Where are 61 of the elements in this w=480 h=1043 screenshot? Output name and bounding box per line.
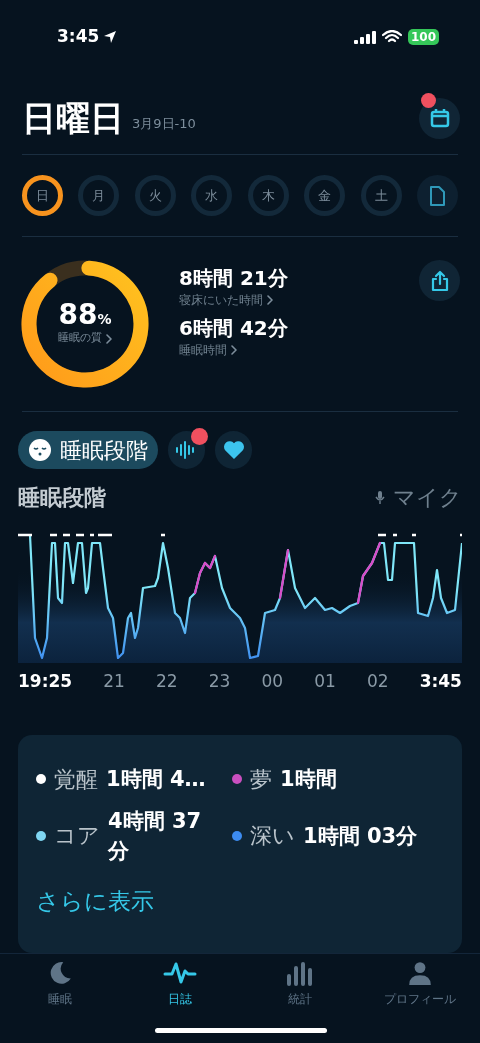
time-axis-label: 22: [155, 670, 178, 693]
nav-tab[interactable]: 日誌: [125, 960, 235, 1008]
duration-link[interactable]: 睡眠時間: [179, 341, 227, 359]
sleep-stages-tab[interactable]: 睡眠段階: [18, 431, 158, 469]
battery-indicator: 100: [407, 29, 439, 45]
time-axis-label: 19:25: [18, 670, 73, 693]
day-selector[interactable]: 木: [247, 175, 289, 216]
quality-percent: 88: [58, 301, 98, 330]
report-button[interactable]: [416, 175, 458, 216]
time-axis-label: 02: [366, 670, 389, 693]
duration-value: 8時間 21分: [179, 265, 288, 291]
day-selector[interactable]: 金: [304, 175, 346, 216]
stage-duration: 1時間 4…: [106, 766, 206, 793]
heart-icon: [222, 440, 245, 460]
share-icon: [430, 269, 449, 292]
nav-tab[interactable]: 睡眠: [5, 960, 115, 1008]
percent-sign: %: [97, 310, 112, 330]
duration-link[interactable]: 寝床にいた時間: [179, 291, 263, 309]
quality-link[interactable]: 睡眠の質: [58, 330, 102, 347]
stage-name: 深い: [250, 822, 295, 850]
nav-tab[interactable]: 統計: [245, 960, 355, 1008]
stage-name: コア: [54, 822, 100, 850]
microphone-icon: [375, 490, 385, 505]
document-icon: [429, 185, 446, 206]
day-selector[interactable]: 土: [360, 175, 402, 216]
heart-tab[interactable]: [215, 431, 252, 469]
stage-duration: 1時間: [280, 766, 337, 793]
day-selector[interactable]: 月: [78, 175, 120, 216]
person-icon: [407, 960, 433, 986]
chevron-right-icon: [231, 345, 237, 355]
sleeping-face-icon: [28, 438, 52, 462]
weekday-title: 日曜日: [22, 101, 124, 135]
share-button[interactable]: [419, 260, 460, 301]
chart-title: 睡眠段階: [18, 484, 106, 512]
wifi-icon: [381, 30, 402, 44]
pulse-wave-icon: [163, 960, 197, 986]
status-time: 3:45: [57, 25, 100, 49]
time-axis-label: 21: [103, 670, 125, 693]
day-selector[interactable]: 日: [22, 175, 63, 216]
date-range: 3月9日-10: [132, 114, 196, 133]
time-axis-label: 00: [261, 670, 284, 693]
duration-value: 6時間 42分: [179, 315, 288, 341]
stage-duration: 4時間 37分: [108, 807, 203, 865]
bar-chart-icon: [287, 960, 313, 986]
location-arrow-icon: [103, 30, 118, 44]
signal-icon: [353, 30, 376, 44]
day-selector[interactable]: 火: [134, 175, 176, 216]
time-axis-label: 01: [314, 670, 336, 693]
show-more-link[interactable]: さらに表示: [36, 883, 444, 918]
nav-tab[interactable]: プロフィール: [365, 960, 475, 1008]
chevron-right-icon: [106, 333, 112, 344]
stage-name: 夢: [250, 765, 272, 794]
stage-duration: 1時間 03分: [303, 822, 418, 850]
time-axis-label: 23: [208, 670, 231, 693]
day-selector[interactable]: 水: [191, 175, 233, 216]
stage-name: 覚醒: [54, 765, 98, 794]
chevron-right-icon: [267, 295, 273, 305]
source-label: マイク: [393, 484, 462, 512]
time-axis-label: 3:45: [419, 670, 462, 693]
calendar-icon: [429, 108, 450, 128]
sound-tab[interactable]: [168, 431, 205, 469]
